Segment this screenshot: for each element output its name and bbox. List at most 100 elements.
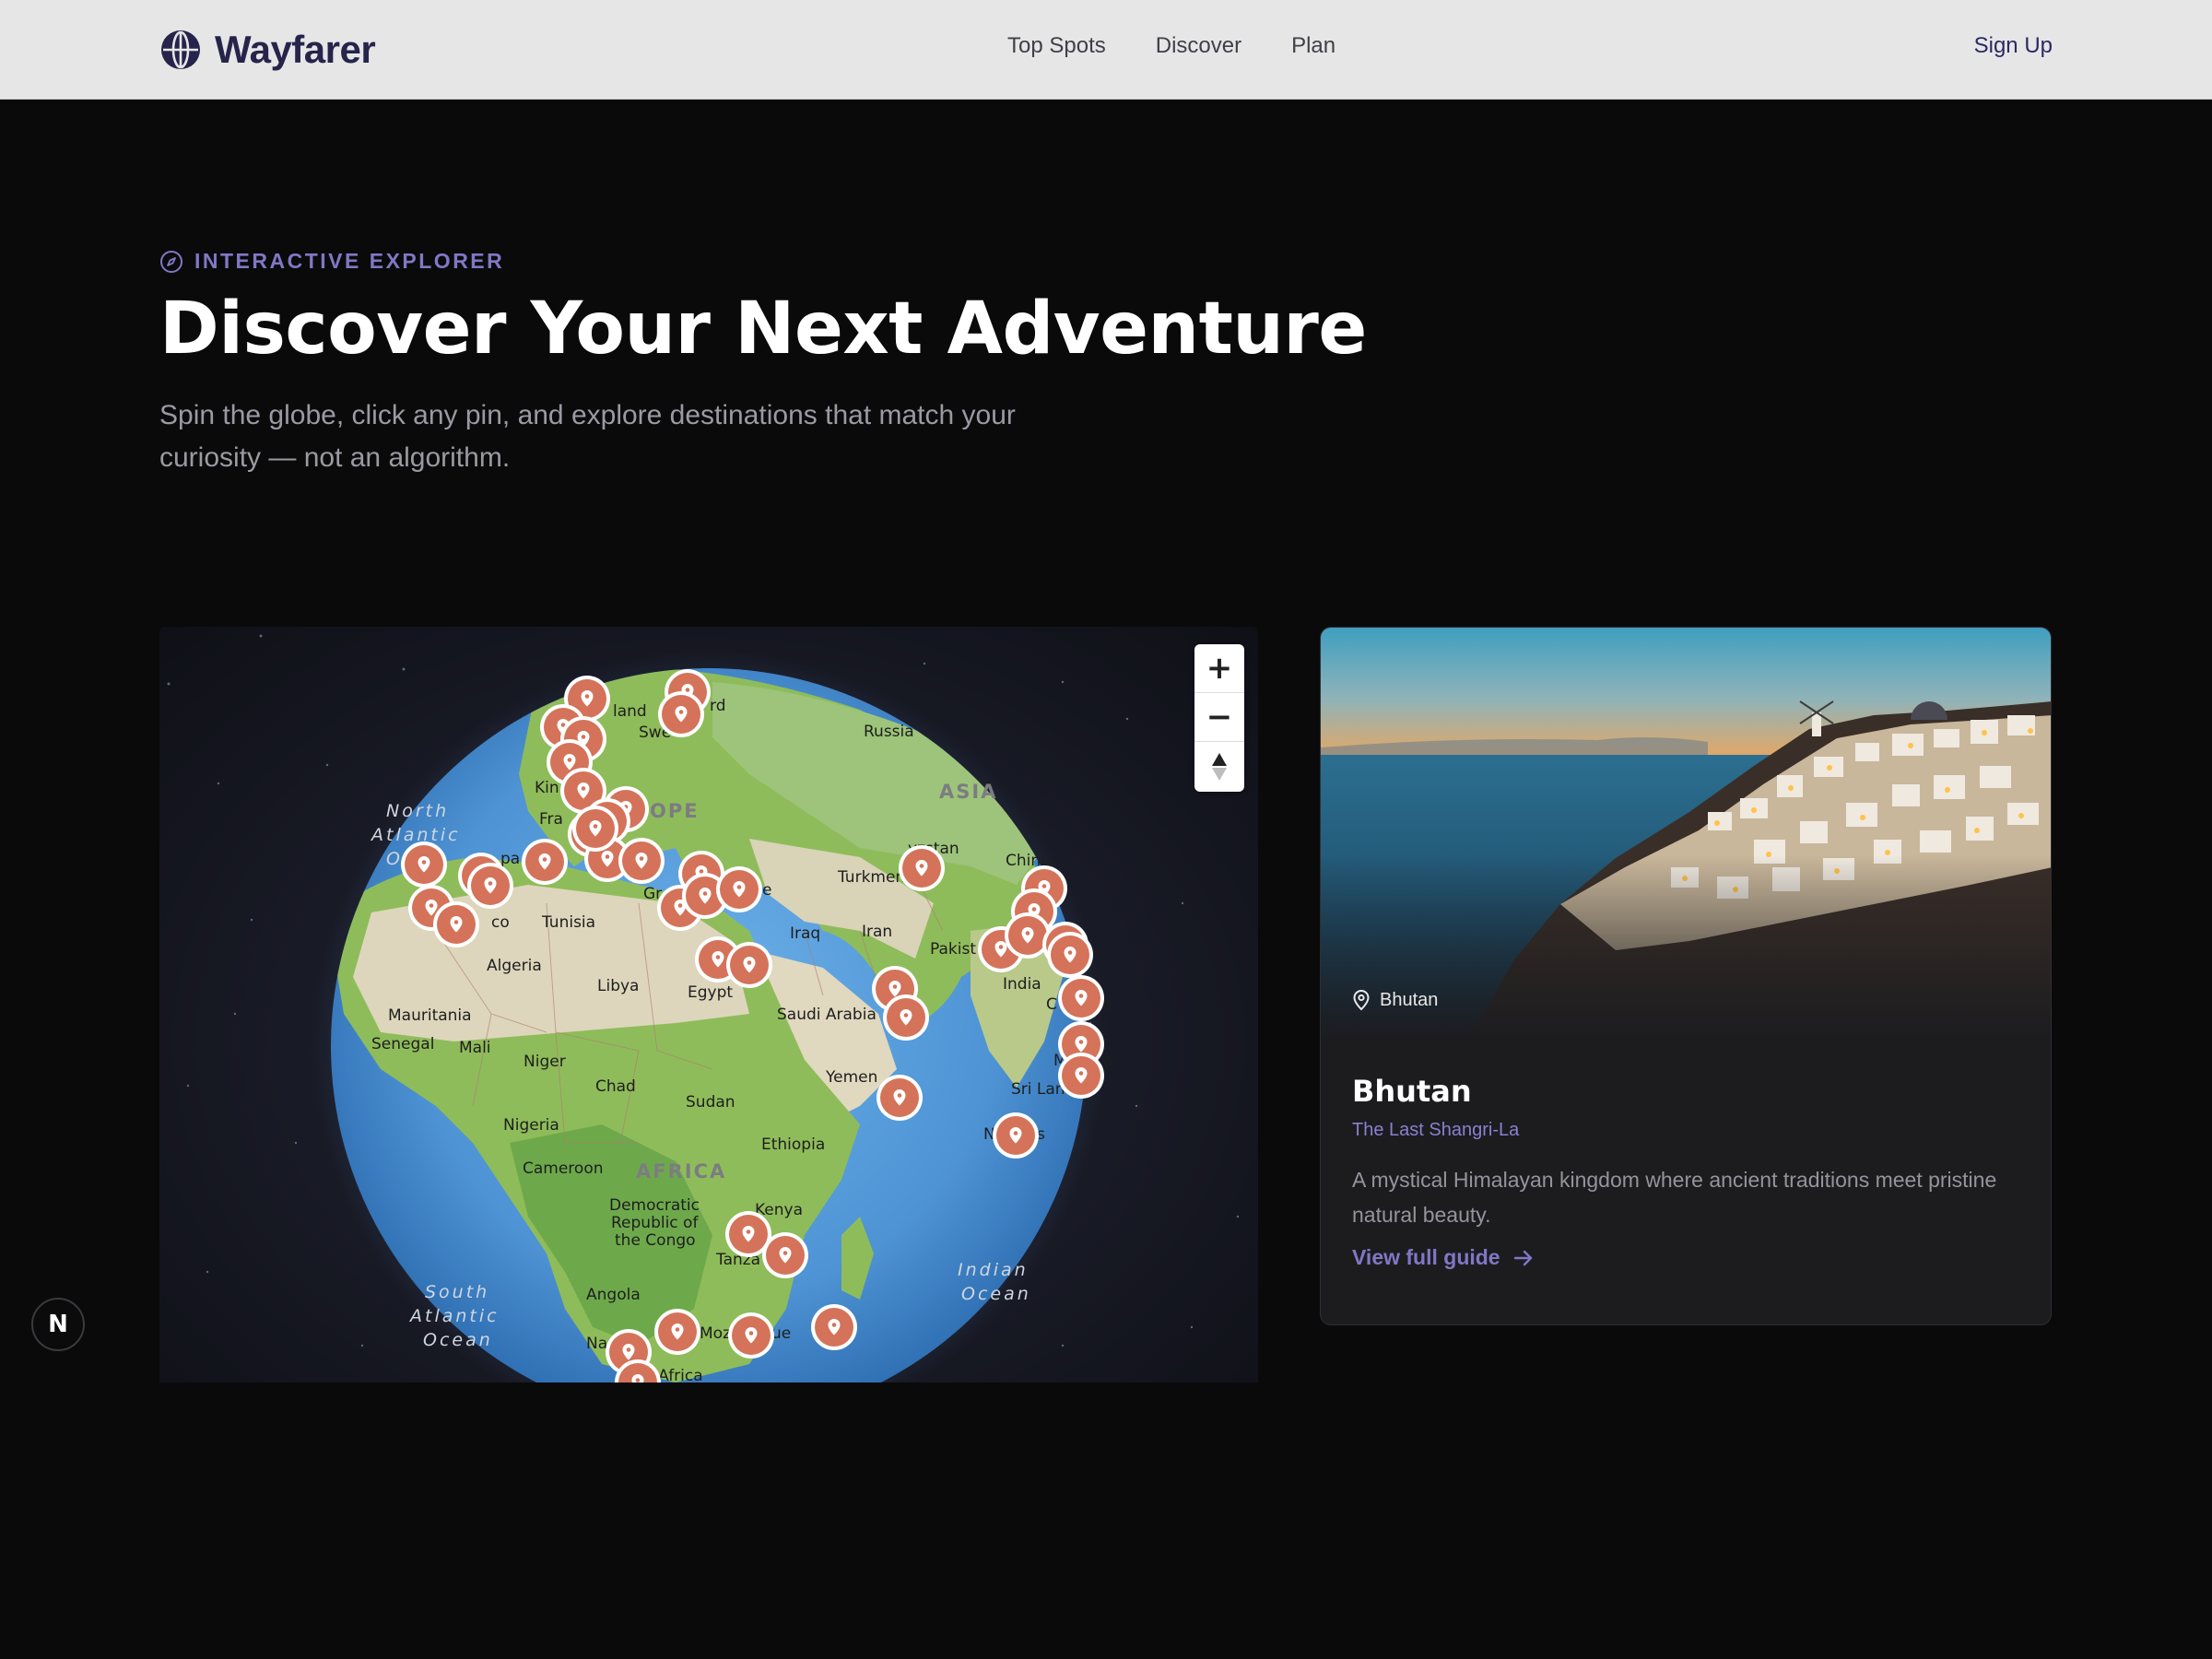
compass-reset-button[interactable] [1194,742,1244,791]
label-turkey: e [762,881,771,900]
view-guide-label: View full guide [1352,1245,1500,1269]
eyebrow-text: INTERACTIVE EXPLORER [194,249,505,273]
arrow-right-icon [1513,1250,1532,1265]
destination-pin[interactable] [658,691,704,737]
destination-pin[interactable] [467,863,513,909]
label-africa: AFRICA [636,1160,726,1182]
card-tagline: The Last Shangri-La [1352,1120,1520,1140]
label-russia: Russia [864,723,914,741]
globe-canvas[interactable]: land rd Russia Swe ASIA Kin OPE Fra yzst… [159,627,1258,1382]
destination-pin[interactable] [401,841,447,888]
destination-pin[interactable] [762,1232,808,1278]
label-senegal: Senegal [371,1035,434,1053]
destination-pin[interactable] [716,866,762,912]
label-drc-line3: the Congo [615,1231,696,1250]
card-location: Bhutan [1352,989,1438,1011]
ocean-north-atlantic-3: O [386,849,403,869]
destination-card: Bhutan Bhutan The Last Shangri-La A myst… [1320,627,2052,1325]
destination-pin[interactable] [654,1309,700,1355]
label-map-a1: a [1103,995,1112,1014]
destination-pin[interactable] [522,839,568,885]
compass-icon [160,250,182,273]
label-mozambique: Moz [700,1324,731,1343]
label-egypt: Egypt [688,983,733,1002]
label-india: India [1003,975,1041,994]
brand[interactable]: Wayfarer [159,26,376,74]
label-map-c: C [1046,995,1057,1014]
label-ethiopia: Ethiopia [761,1135,825,1154]
destination-pin[interactable] [1058,975,1104,1021]
compass-north-icon [1212,752,1227,781]
ocean-south-atlantic-2: Atlantic [408,1306,500,1326]
label-cameroon: Cameroon [523,1159,604,1178]
label-mali: Mali [459,1039,491,1057]
label-kingdom: Kin [535,779,559,797]
top-navbar: Wayfarer Top Spots Discover Plan Sign Up [0,0,2212,100]
destination-photo [1321,628,2051,1041]
nav-top-spots[interactable]: Top Spots [1007,33,1106,59]
label-yemen: Yemen [825,1068,877,1087]
label-namibia: Na [586,1335,607,1353]
destination-pin[interactable] [433,901,479,947]
label-europe: OPE [650,800,700,822]
map-pin-icon [1353,989,1370,1011]
brand-name: Wayfarer [215,28,376,71]
destination-pin[interactable] [572,806,618,852]
label-spain: pa [500,850,520,868]
label-morocco: co [491,913,510,932]
destination-pin[interactable] [993,1112,1039,1159]
label-saudi-arabia: Saudi Arabia [777,1006,877,1024]
label-iran: Iran [862,923,892,941]
label-turkmenistan: Turkmen [837,868,905,887]
destination-pin[interactable] [1058,1053,1104,1099]
label-svalbard: rd [710,697,725,715]
label-angola: Angola [586,1286,641,1304]
zoom-out-button[interactable]: − [1194,693,1244,742]
main-nav: Top Spots Discover Plan [1007,33,1335,59]
label-france: Fra [539,810,563,829]
label-mauritania: Mauritania [388,1006,472,1025]
label-niger: Niger [524,1053,566,1071]
globe-map[interactable]: land rd Russia Swe ASIA Kin OPE Fra yzst… [159,627,1258,1382]
label-algeria: Algeria [487,957,542,975]
destination-pin[interactable] [618,838,665,884]
label-sudan: Sudan [686,1093,735,1112]
label-iraq: Iraq [790,924,820,943]
destination-pin[interactable] [1047,932,1093,978]
destination-pin[interactable] [728,1312,774,1359]
card-location-text: Bhutan [1380,989,1439,1010]
dev-tools-badge[interactable]: N [31,1298,85,1351]
label-mozambique-end: ue [771,1324,791,1343]
page-subtitle: Spin the globe, click any pin, and explo… [159,400,1016,473]
label-libya: Libya [597,977,639,995]
page-title: Discover Your Next Adventure [159,288,1367,371]
ocean-indian-2: Ocean [961,1284,1031,1304]
label-iceland: land [613,702,647,721]
ocean-south-atlantic-1: South [425,1282,489,1302]
ocean-north-atlantic-2: Atlantic [370,825,461,845]
label-drc-line1: Democratic [609,1196,700,1215]
label-pakistan: Pakist [930,940,976,959]
ocean-south-atlantic-3: Ocean [423,1330,493,1350]
label-chad: Chad [595,1077,636,1096]
destination-pin[interactable] [899,845,945,891]
label-sri-lanka: Sri Lan [1011,1080,1065,1099]
card-title: Bhutan [1352,1074,1472,1109]
hero-eyebrow: INTERACTIVE EXPLORER [159,249,504,274]
globe-icon [161,30,200,69]
label-asia: ASIA [939,781,997,803]
card-description: A mystical Himalayan kingdom where ancie… [1352,1168,1997,1227]
destination-pin[interactable] [726,942,772,988]
destination-pin[interactable] [811,1304,857,1350]
map-zoom-controls: + − [1194,644,1244,792]
zoom-in-button[interactable]: + [1194,644,1244,693]
sign-up-link[interactable]: Sign Up [1974,33,2053,59]
nav-plan[interactable]: Plan [1291,33,1335,59]
nav-discover[interactable]: Discover [1156,33,1241,59]
view-guide-link[interactable]: View full guide [1352,1245,1534,1270]
destination-pin[interactable] [883,994,929,1041]
destination-pin[interactable] [877,1075,923,1121]
label-drc-line2: Republic of [611,1214,699,1232]
ocean-north-atlantic-1: North [386,801,449,821]
label-tunisia: Tunisia [541,913,595,932]
